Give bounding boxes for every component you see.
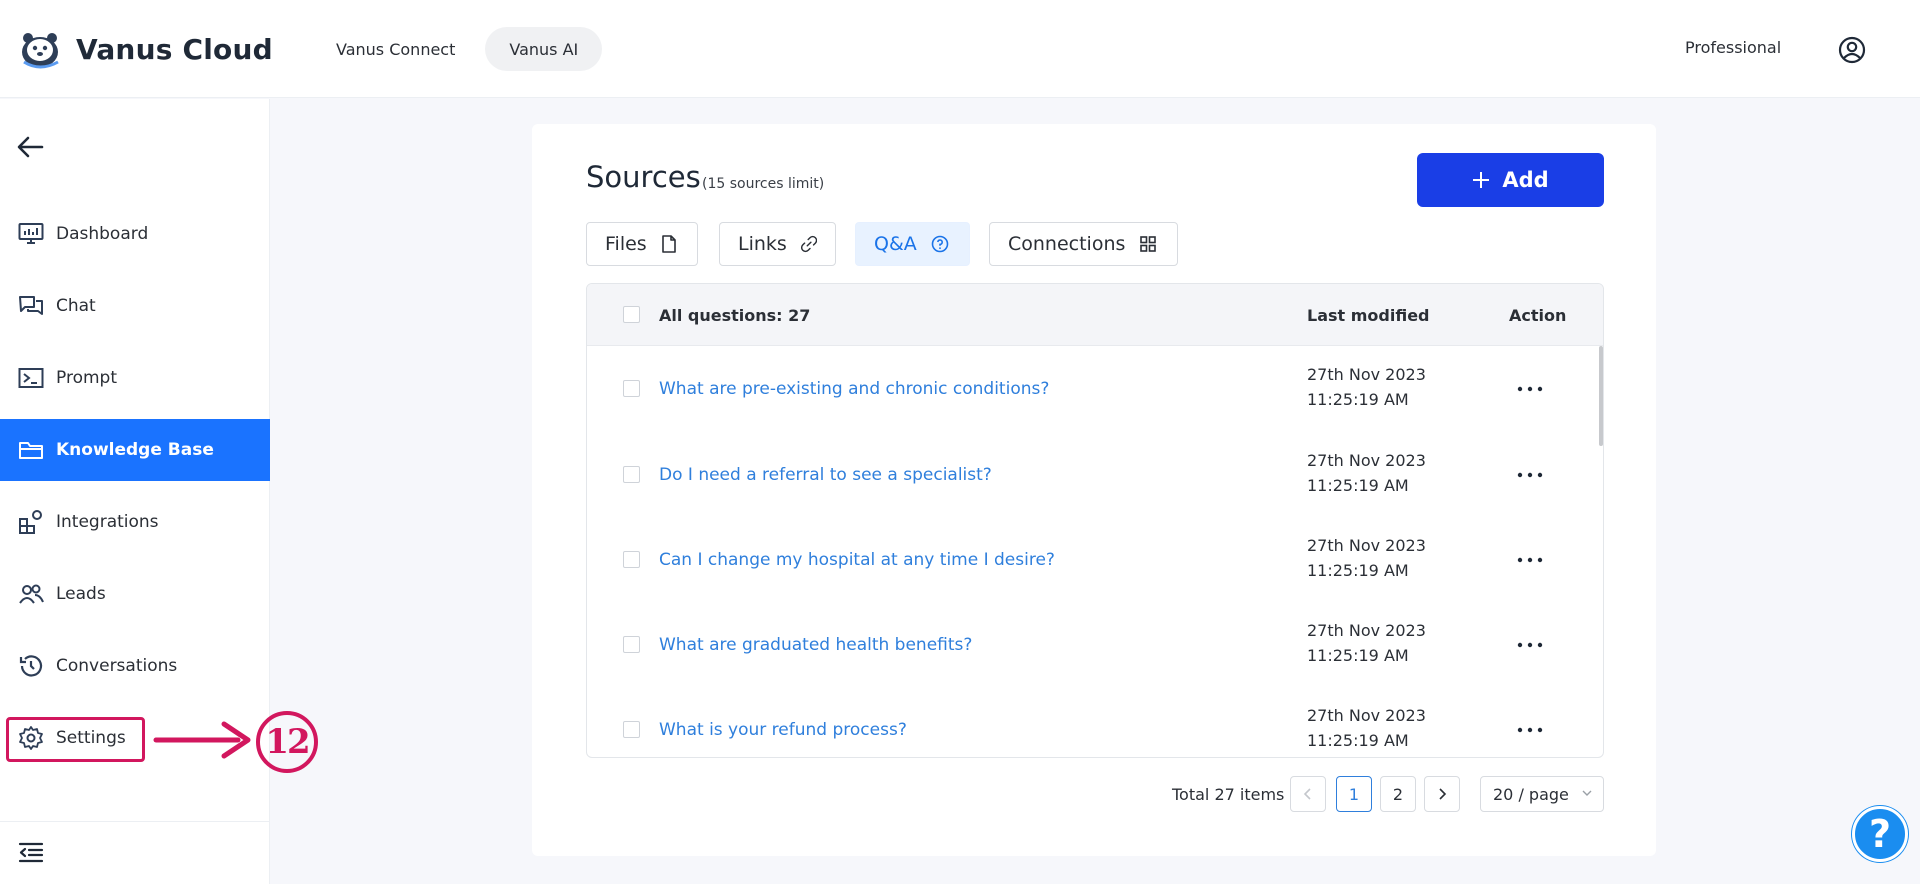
question-link[interactable]: What is your refund process? xyxy=(659,720,907,740)
chevron-right-icon xyxy=(1439,788,1447,800)
sidebar-item-label: Prompt xyxy=(56,368,117,388)
table-row: Do I need a referral to see a specialist… xyxy=(587,432,1603,518)
tab-connections[interactable]: Connections xyxy=(989,222,1178,266)
sidebar-item-label: Conversations xyxy=(56,656,178,676)
page-2-button[interactable]: 2 xyxy=(1380,776,1416,812)
plan-label[interactable]: Professional xyxy=(1685,38,1781,57)
header-action: Action xyxy=(1509,306,1567,325)
modified-date: 27th Nov 2023 11:25:19 AM xyxy=(1307,536,1426,580)
logo[interactable]: Vanus Cloud xyxy=(18,28,273,70)
question-circle-icon xyxy=(931,235,949,253)
more-options-icon[interactable] xyxy=(1515,725,1545,735)
sidebar-item-dashboard[interactable]: Dashboard xyxy=(0,203,270,265)
app-title: Vanus Cloud xyxy=(76,32,273,66)
arrow-left-icon[interactable] xyxy=(16,135,44,159)
annotation-step-badge: 12 xyxy=(256,711,318,773)
prev-page-button[interactable] xyxy=(1290,776,1326,812)
more-options-icon[interactable] xyxy=(1515,470,1545,480)
grid-icon xyxy=(1140,236,1157,252)
table-row: What are graduated health benefits? 27th… xyxy=(587,602,1603,688)
otter-logo-icon xyxy=(22,33,59,69)
row-checkbox[interactable] xyxy=(623,551,640,568)
sidebar-divider xyxy=(0,821,270,822)
user-circle-icon[interactable] xyxy=(1838,36,1866,64)
plus-icon xyxy=(1473,172,1490,188)
nav-vanus-ai[interactable]: Vanus AI xyxy=(485,27,603,71)
table-scrollbar[interactable] xyxy=(1599,346,1603,446)
tab-links[interactable]: Links xyxy=(719,222,836,266)
history-icon xyxy=(18,653,44,679)
question-link[interactable]: What are pre-existing and chronic condit… xyxy=(659,379,1049,399)
table-header: All questions: 27 Last modified Action xyxy=(587,284,1603,346)
top-header: Vanus Cloud Vanus Connect Vanus AI Profe… xyxy=(0,0,1920,98)
tab-label: Q&A xyxy=(874,233,917,255)
questions-table: All questions: 27 Last modified Action W… xyxy=(586,283,1604,758)
sources-panel: Sources (15 sources limit) Add Files Lin… xyxy=(532,124,1656,856)
annotation-arrow-icon xyxy=(153,721,251,759)
add-button[interactable]: Add xyxy=(1417,153,1604,207)
terminal-icon xyxy=(18,365,44,391)
sidebar-item-label: Leads xyxy=(56,584,106,604)
question-link[interactable]: Can I change my hospital at any time I d… xyxy=(659,550,1055,570)
sidebar-item-label: Chat xyxy=(56,296,96,316)
header-last-modified: Last modified xyxy=(1307,306,1430,325)
next-page-button[interactable] xyxy=(1424,776,1460,812)
folder-icon xyxy=(18,437,44,463)
tab-files[interactable]: Files xyxy=(586,222,698,266)
add-button-label: Add xyxy=(1502,168,1549,192)
row-checkbox[interactable] xyxy=(623,466,640,483)
row-checkbox[interactable] xyxy=(623,636,640,653)
sidebar-item-chat[interactable]: Chat xyxy=(0,275,270,337)
sidebar-item-leads[interactable]: Leads xyxy=(0,563,270,625)
chat-bubbles-icon xyxy=(18,293,44,319)
more-options-icon[interactable] xyxy=(1515,555,1545,565)
tab-label: Files xyxy=(605,233,647,255)
users-icon xyxy=(18,581,44,607)
sidebar-item-conversations[interactable]: Conversations xyxy=(0,635,270,697)
collapse-menu-icon[interactable] xyxy=(18,841,44,863)
more-options-icon[interactable] xyxy=(1515,640,1545,650)
sidebar-item-label: Dashboard xyxy=(56,224,149,244)
row-checkbox[interactable] xyxy=(623,380,640,397)
tab-qa[interactable]: Q&A xyxy=(855,222,970,266)
top-nav: Vanus Connect Vanus AI xyxy=(312,27,603,71)
table-row: Can I change my hospital at any time I d… xyxy=(587,517,1603,603)
nav-vanus-connect[interactable]: Vanus Connect xyxy=(312,27,479,71)
blocks-icon xyxy=(18,509,44,535)
sidebar-item-knowledge-base[interactable]: Knowledge Base xyxy=(0,419,270,481)
select-all-checkbox[interactable] xyxy=(623,306,640,323)
link-icon xyxy=(800,235,817,253)
pagination-total: Total 27 items xyxy=(1172,785,1285,804)
modified-date: 27th Nov 2023 11:25:19 AM xyxy=(1307,451,1426,495)
sources-limit: (15 sources limit) xyxy=(702,176,825,192)
sidebar: Dashboard Chat Prompt Knowledge Base Int… xyxy=(0,99,270,884)
sidebar-item-label: Knowledge Base xyxy=(56,440,214,460)
chevron-left-icon xyxy=(1303,788,1311,800)
help-button[interactable]: ? xyxy=(1852,806,1908,862)
modified-date: 27th Nov 2023 11:25:19 AM xyxy=(1307,621,1426,665)
file-icon xyxy=(661,235,676,253)
page-size-value: 20 / page xyxy=(1493,784,1569,804)
question-link[interactable]: What are graduated health benefits? xyxy=(659,635,972,655)
more-options-icon[interactable] xyxy=(1515,384,1545,394)
modified-date: 27th Nov 2023 11:25:19 AM xyxy=(1307,706,1426,750)
sidebar-item-label: Integrations xyxy=(56,512,159,532)
row-checkbox[interactable] xyxy=(623,721,640,738)
tab-label: Connections xyxy=(1008,233,1126,255)
tab-label: Links xyxy=(738,233,787,255)
page-title: Sources xyxy=(586,160,701,194)
modified-date: 27th Nov 2023 11:25:19 AM xyxy=(1307,365,1426,409)
table-row: What is your refund process? 27th Nov 20… xyxy=(587,687,1603,757)
page-1-button[interactable]: 1 xyxy=(1336,776,1372,812)
chevron-down-icon xyxy=(1582,790,1592,796)
sidebar-item-integrations[interactable]: Integrations xyxy=(0,491,270,553)
page-size-select[interactable]: 20 / page xyxy=(1480,776,1604,812)
settings-highlight-box xyxy=(6,717,145,762)
header-all-questions: All questions: 27 xyxy=(659,306,811,325)
table-row: What are pre-existing and chronic condit… xyxy=(587,346,1603,432)
monitor-chart-icon xyxy=(18,221,44,247)
question-link[interactable]: Do I need a referral to see a specialist… xyxy=(659,465,992,485)
sidebar-item-prompt[interactable]: Prompt xyxy=(0,347,270,409)
